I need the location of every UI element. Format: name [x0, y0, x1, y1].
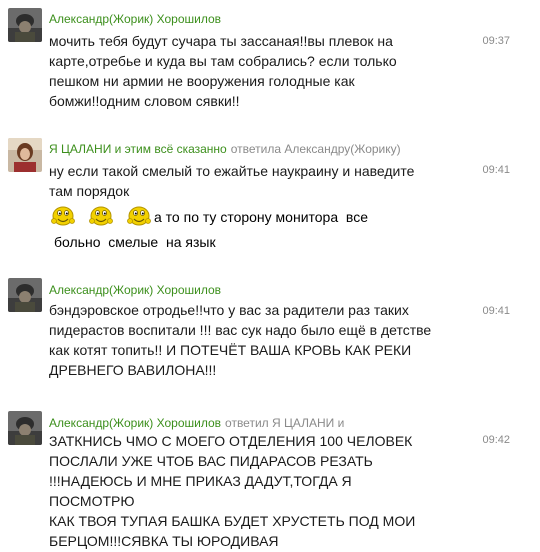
comment-header: Александр(Жорик) Хорошилов — [49, 12, 221, 26]
avatar[interactable] — [8, 278, 42, 312]
author-link[interactable]: Александр(Жорик) Хорошилов — [49, 416, 221, 430]
comment-header: Я ЦАЛАНИ и этим всё сказанно ответила Але… — [49, 142, 401, 156]
soldier-avatar-icon — [8, 278, 42, 312]
comment-text: бэндэровское отродье!!что у вас за радит… — [49, 302, 432, 378]
comment-time: 09:41 — [482, 305, 510, 317]
comment-time: 09:37 — [482, 35, 510, 47]
comment-text-extra: больно смелые на язык — [54, 234, 216, 250]
comment-header: Александр(Жорик) Хорошилов — [49, 283, 221, 297]
reply-to-link[interactable]: ответила Александру(Жорику) — [231, 142, 401, 156]
comment-text-continuation: а то по ту сторону монитора все — [154, 209, 368, 225]
soldier-avatar-icon — [8, 8, 42, 42]
laughing-smiley-icon — [51, 206, 75, 226]
reply-to-link[interactable]: ответил Я ЦАЛАНИ и — [225, 416, 344, 430]
woman-avatar-icon — [8, 138, 42, 172]
comment-text: ЗАТКНИСЬ ЧМО С МОЕГО ОТДЕЛЕНИЯ 100 ЧЕЛОВ… — [49, 433, 416, 549]
avatar[interactable] — [8, 411, 42, 445]
smiley-row: а то по ту сторону монитора все — [50, 201, 368, 227]
comment-header: Александр(Жорик) Хорошилов ответил Я ЦАЛА… — [49, 416, 344, 430]
avatar[interactable] — [8, 8, 42, 42]
soldier-avatar-icon — [8, 411, 42, 445]
author-link[interactable]: Я ЦАЛАНИ и этим всё сказанно — [49, 142, 227, 156]
author-link[interactable]: Александр(Жорик) Хорошилов — [49, 12, 221, 26]
comment-text: мочить тебя будут сучара ты зассаная!!вы… — [49, 33, 397, 109]
author-link[interactable]: Александр(Жорик) Хорошилов — [49, 283, 221, 297]
comment-text: ну если такой смелый то ежайтье наукраин… — [49, 163, 415, 199]
avatar[interactable] — [8, 138, 42, 172]
laughing-smiley-icon — [127, 206, 151, 226]
comment-time: 09:41 — [482, 164, 510, 176]
laughing-smiley-icon — [89, 206, 113, 226]
comment-time: 09:42 — [482, 434, 510, 446]
